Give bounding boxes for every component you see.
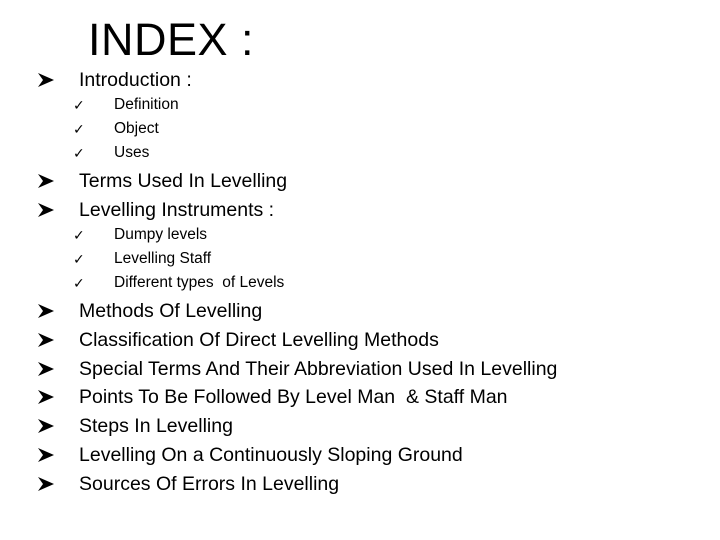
index-item-label: Classification Of Direct Levelling Metho… [79, 329, 439, 351]
arrowhead-bullet-icon [38, 419, 58, 435]
index-item-label: Sources Of Errors In Levelling [79, 473, 340, 495]
checkmark-icon: ✓ [73, 275, 85, 291]
checkmark-icon: ✓ [73, 227, 85, 243]
sub-item-label: Object [114, 120, 159, 137]
index-item-label: Introduction : [79, 69, 192, 91]
index-item-label: Steps In Levelling [79, 415, 233, 437]
page-title: INDEX : [88, 14, 255, 65]
sub-item-label: Levelling Staff [114, 250, 212, 267]
sub-item-label: Dumpy levels [114, 226, 208, 243]
arrowhead-bullet-icon [38, 362, 58, 378]
index-item-label: Methods Of Levelling [79, 300, 263, 322]
index-item-label: Levelling On a Continuously Sloping Grou… [79, 444, 463, 466]
arrowhead-bullet-icon [38, 390, 58, 406]
sub-item-label: Different types of Levels [114, 274, 285, 291]
index-item-label: Points To Be Followed By Level Man & Sta… [79, 386, 508, 408]
arrowhead-bullet-icon [38, 477, 58, 493]
index-item-label: Levelling Instruments : [79, 199, 275, 221]
sub-item-label: Definition [114, 96, 179, 113]
checkmark-icon: ✓ [73, 145, 85, 161]
arrowhead-bullet-icon [38, 333, 58, 349]
index-item-label: Terms Used In Levelling [79, 170, 288, 192]
arrowhead-bullet-icon [38, 203, 58, 219]
arrowhead-bullet-icon [38, 174, 58, 190]
arrowhead-bullet-icon [38, 304, 58, 320]
arrowhead-bullet-icon [38, 448, 58, 464]
checkmark-icon: ✓ [73, 251, 85, 267]
sub-item-label: Uses [114, 144, 150, 161]
index-item-label: Special Terms And Their Abbreviation Use… [79, 358, 558, 380]
arrowhead-bullet-icon [38, 73, 58, 89]
checkmark-icon: ✓ [73, 97, 85, 113]
checkmark-icon: ✓ [73, 121, 85, 137]
